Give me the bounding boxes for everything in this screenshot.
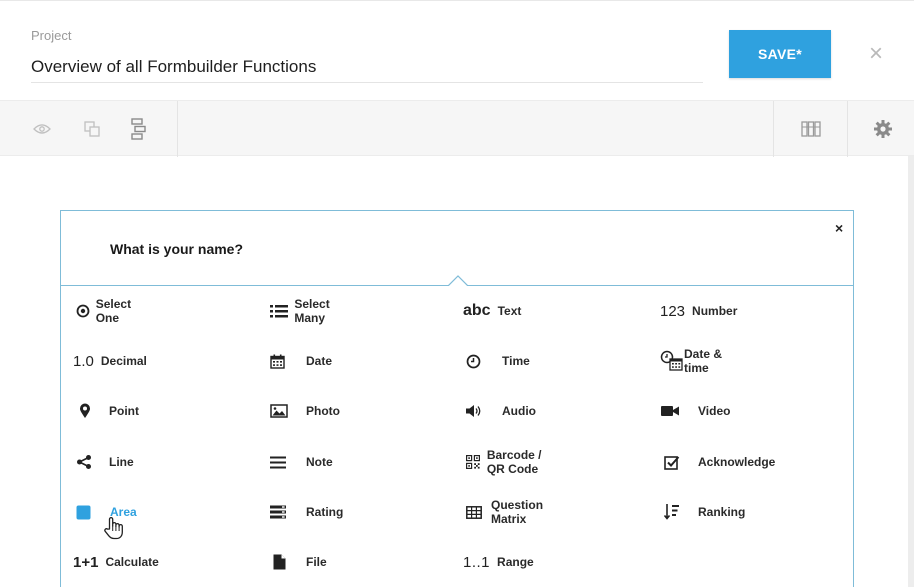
project-header: Project Overview of all Formbuilder Func…: [0, 0, 914, 100]
calendar-icon: [270, 354, 306, 369]
type-audio[interactable]: Audio: [465, 399, 536, 423]
type-ranking[interactable]: Ranking: [664, 500, 745, 524]
question-card: What is your name? ×: [60, 210, 854, 587]
toolbar-separator: [773, 101, 774, 157]
type-text[interactable]: abc Text: [463, 299, 521, 323]
lines-icon: [270, 456, 306, 469]
type-range[interactable]: 1..1 Range: [463, 550, 534, 574]
clock-calendar-icon: [660, 350, 684, 372]
calculate-icon: 1+1: [73, 553, 99, 571]
number-icon: 123: [660, 302, 686, 320]
type-select-one[interactable]: Select One: [76, 297, 139, 325]
type-video[interactable]: Video: [660, 399, 730, 423]
radio-icon: [76, 304, 96, 318]
share-icon: [77, 455, 109, 469]
project-name-input[interactable]: Overview of all Formbuilder Functions: [31, 57, 703, 83]
type-barcode[interactable]: Barcode / QR Code: [466, 448, 550, 476]
tree-icon[interactable]: [127, 118, 149, 140]
type-select-many[interactable]: Select Many: [270, 297, 341, 325]
close-icon[interactable]: ×: [862, 40, 890, 68]
clock-icon: [466, 354, 502, 369]
sort-icon: [664, 503, 698, 521]
type-point[interactable]: Point: [79, 399, 139, 423]
type-line[interactable]: Line: [77, 450, 134, 474]
hand-cursor-icon: [104, 517, 123, 540]
type-acknowledge[interactable]: Acknowledge: [664, 450, 775, 474]
type-number[interactable]: 123 Number: [660, 299, 737, 323]
camera-icon: [660, 404, 698, 418]
copy-icon[interactable]: [81, 118, 103, 140]
close-icon[interactable]: ×: [835, 220, 843, 236]
range-icon: 1..1: [463, 553, 491, 571]
table-icon: [466, 505, 491, 519]
project-label: Project: [31, 28, 72, 43]
type-file[interactable]: File: [273, 550, 327, 574]
file-icon: [273, 554, 306, 570]
question-title[interactable]: What is your name?: [110, 241, 243, 257]
type-time[interactable]: Time: [466, 349, 530, 373]
toolbar-separator: [847, 101, 848, 157]
caret-up-icon: [448, 275, 468, 286]
save-button[interactable]: SAVE*: [729, 30, 831, 78]
toolbar: [0, 100, 914, 157]
library-icon[interactable]: [800, 118, 822, 140]
list-icon: [270, 304, 294, 318]
toolbar-separator: [177, 101, 178, 157]
speaker-icon: [465, 404, 502, 418]
type-photo[interactable]: Photo: [270, 399, 340, 423]
checkbox-icon: [664, 455, 698, 470]
eye-icon[interactable]: [31, 118, 53, 140]
type-calculate[interactable]: 1+1 Calculate: [73, 550, 159, 574]
qr-icon: [466, 455, 487, 469]
type-date[interactable]: Date: [270, 349, 332, 373]
type-question-matrix[interactable]: Question Matrix: [466, 498, 554, 526]
pin-icon: [79, 403, 109, 419]
text-icon: abc: [463, 302, 491, 319]
type-date-time[interactable]: Date & time: [660, 347, 724, 375]
scrollbar[interactable]: [908, 156, 914, 587]
type-note[interactable]: Note: [270, 450, 333, 474]
decimal-icon: 1.0: [73, 352, 94, 370]
type-decimal[interactable]: 1.0 Decimal: [73, 349, 147, 373]
image-icon: [270, 404, 306, 418]
type-rating[interactable]: Rating: [270, 500, 343, 524]
settings-gear-icon[interactable]: [872, 118, 894, 140]
rating-icon: [270, 505, 306, 519]
